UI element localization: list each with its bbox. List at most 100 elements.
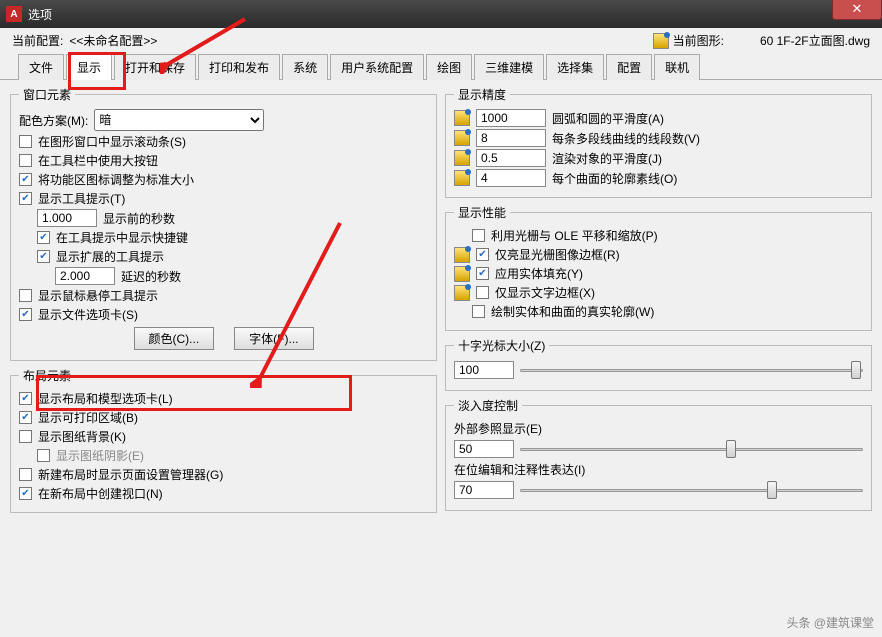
drawing-config-icon: [454, 285, 470, 301]
ext-tooltips-checkbox[interactable]: [37, 250, 50, 263]
fade-group: 淡入度控制 外部参照显示(E) 50 在位编辑和注释性表达(I) 70: [445, 397, 872, 511]
highlight-frame-label: 仅亮显光栅图像边框(R): [495, 246, 620, 263]
drawing-config-icon: [454, 150, 470, 166]
highlight-frame-checkbox[interactable]: [476, 248, 489, 261]
color-scheme-select[interactable]: 暗: [94, 109, 264, 131]
anno-fade-label: 在位编辑和注释性表达(I): [454, 461, 585, 478]
polyline-seg-label: 每条多段线曲线的线段数(V): [552, 130, 700, 147]
paper-shadow-checkbox[interactable]: [37, 449, 50, 462]
current-drawing-label: 当前图形:: [673, 32, 724, 49]
tooltips-label: 显示工具提示(T): [38, 190, 125, 207]
seconds-before-input[interactable]: 1.000: [37, 209, 97, 227]
ribbon-std-checkbox[interactable]: [19, 173, 32, 186]
printable-area-label: 显示可打印区域(B): [38, 409, 138, 426]
drawing-icon: [653, 33, 669, 49]
tooltips-checkbox[interactable]: [19, 192, 32, 205]
paper-bg-checkbox[interactable]: [19, 430, 32, 443]
solid-fill-label: 应用实体填充(Y): [495, 265, 583, 282]
window-elements-group: 窗口元素 配色方案(M): 暗 在图形窗口中显示滚动条(S) 在工具栏中使用大按…: [10, 86, 437, 361]
viewport-checkbox[interactable]: [19, 487, 32, 500]
arc-smooth-input[interactable]: 1000: [476, 109, 546, 127]
drawing-config-icon: [454, 247, 470, 263]
right-column: 显示精度 1000 圆弧和圆的平滑度(A) 8 每条多段线曲线的线段数(V) 0.5…: [445, 86, 872, 513]
shortcuts-checkbox[interactable]: [37, 231, 50, 244]
big-buttons-checkbox[interactable]: [19, 154, 32, 167]
text-frame-checkbox[interactable]: [476, 286, 489, 299]
performance-group: 显示性能 利用光栅与 OLE 平移和缩放(P) 仅亮显光栅图像边框(R) 应用实…: [445, 204, 872, 331]
fonts-button[interactable]: 字体(F)...: [234, 327, 313, 350]
xref-fade-label: 外部参照显示(E): [454, 420, 542, 437]
file-tabs-checkbox[interactable]: [19, 308, 32, 321]
tab-user-pref[interactable]: 用户系统配置: [330, 54, 424, 80]
layout-tabs-checkbox[interactable]: [19, 392, 32, 405]
delay-input[interactable]: 2.000: [55, 267, 115, 285]
profile-row: 当前配置: <<未命名配置>> 当前图形: 60 1F-2F立面图.dwg: [0, 28, 882, 53]
contour-lines-input[interactable]: 4: [476, 169, 546, 187]
page-setup-label: 新建布局时显示页面设置管理器(G): [38, 466, 223, 483]
xref-fade-input[interactable]: 50: [454, 440, 514, 458]
layout-elements-legend: 布局元素: [19, 367, 75, 384]
solid-fill-checkbox[interactable]: [476, 267, 489, 280]
arc-smooth-label: 圆弧和圆的平滑度(A): [552, 110, 664, 127]
tab-open-save[interactable]: 打开和保存: [114, 54, 196, 80]
layout-tabs-label: 显示布局和模型选项卡(L): [38, 390, 173, 407]
drawing-config-icon: [454, 110, 470, 126]
crosshair-input[interactable]: 100: [454, 361, 514, 379]
precision-group: 显示精度 1000 圆弧和圆的平滑度(A) 8 每条多段线曲线的线段数(V) 0.5…: [445, 86, 872, 198]
crosshair-slider[interactable]: [520, 360, 863, 380]
tab-drafting[interactable]: 绘图: [426, 54, 472, 80]
pan-zoom-label: 利用光栅与 OLE 平移和缩放(P): [491, 227, 658, 244]
anno-fade-input[interactable]: 70: [454, 481, 514, 499]
tab-display[interactable]: 显示: [66, 54, 112, 80]
current-profile-value: <<未命名配置>>: [69, 32, 157, 49]
seconds-before-label: 显示前的秒数: [103, 210, 175, 227]
page-setup-checkbox[interactable]: [19, 468, 32, 481]
window-elements-legend: 窗口元素: [19, 86, 75, 103]
layout-elements-group: 布局元素 显示布局和模型选项卡(L) 显示可打印区域(B) 显示图纸背景(K) …: [10, 367, 437, 513]
tab-system[interactable]: 系统: [282, 54, 328, 80]
true-silhouette-checkbox[interactable]: [472, 305, 485, 318]
hover-checkbox[interactable]: [19, 289, 32, 302]
performance-legend: 显示性能: [454, 204, 510, 221]
pan-zoom-checkbox[interactable]: [472, 229, 485, 242]
big-buttons-label: 在工具栏中使用大按钮: [38, 152, 158, 169]
window-title: 选项: [28, 6, 52, 23]
viewport-label: 在新布局中创建视口(N): [38, 485, 163, 502]
hover-label: 显示鼠标悬停工具提示: [38, 287, 158, 304]
true-silhouette-label: 绘制实体和曲面的真实轮廓(W): [491, 303, 654, 320]
drawing-config-icon: [454, 266, 470, 282]
close-button[interactable]: ✕: [832, 0, 882, 20]
polyline-seg-input[interactable]: 8: [476, 129, 546, 147]
current-drawing-value: 60 1F-2F立面图.dwg: [760, 32, 870, 49]
watermark: 头条 @建筑课堂: [786, 614, 874, 631]
fade-legend: 淡入度控制: [454, 397, 522, 414]
colors-button[interactable]: 颜色(C)...: [134, 327, 215, 350]
drawing-config-icon: [454, 130, 470, 146]
ext-tooltips-label: 显示扩展的工具提示: [56, 248, 164, 265]
scrollbars-checkbox[interactable]: [19, 135, 32, 148]
paper-bg-label: 显示图纸背景(K): [38, 428, 126, 445]
tab-plot[interactable]: 打印和发布: [198, 54, 280, 80]
left-column: 窗口元素 配色方案(M): 暗 在图形窗口中显示滚动条(S) 在工具栏中使用大按…: [10, 86, 437, 513]
anno-fade-slider[interactable]: [520, 480, 863, 500]
tab-strip: 文件 显示 打开和保存 打印和发布 系统 用户系统配置 绘图 三维建模 选择集 …: [0, 53, 882, 80]
precision-legend: 显示精度: [454, 86, 510, 103]
crosshair-group: 十字光标大小(Z) 100: [445, 337, 872, 391]
tab-selection[interactable]: 选择集: [546, 54, 604, 80]
tab-files[interactable]: 文件: [18, 54, 64, 80]
delay-label: 延迟的秒数: [121, 268, 181, 285]
contour-lines-label: 每个曲面的轮廓素线(O): [552, 170, 677, 187]
tab-online[interactable]: 联机: [654, 54, 700, 80]
xref-fade-slider[interactable]: [520, 439, 863, 459]
tab-content: 窗口元素 配色方案(M): 暗 在图形窗口中显示滚动条(S) 在工具栏中使用大按…: [0, 80, 882, 519]
paper-shadow-label: 显示图纸阴影(E): [56, 447, 144, 464]
render-smooth-input[interactable]: 0.5: [476, 149, 546, 167]
tab-3d[interactable]: 三维建模: [474, 54, 544, 80]
current-profile-label: 当前配置:: [12, 32, 63, 49]
app-logo-icon: A: [6, 6, 22, 22]
tab-profiles[interactable]: 配置: [606, 54, 652, 80]
text-frame-label: 仅显示文字边框(X): [495, 284, 595, 301]
printable-area-checkbox[interactable]: [19, 411, 32, 424]
scrollbars-label: 在图形窗口中显示滚动条(S): [38, 133, 186, 150]
render-smooth-label: 渲染对象的平滑度(J): [552, 150, 662, 167]
